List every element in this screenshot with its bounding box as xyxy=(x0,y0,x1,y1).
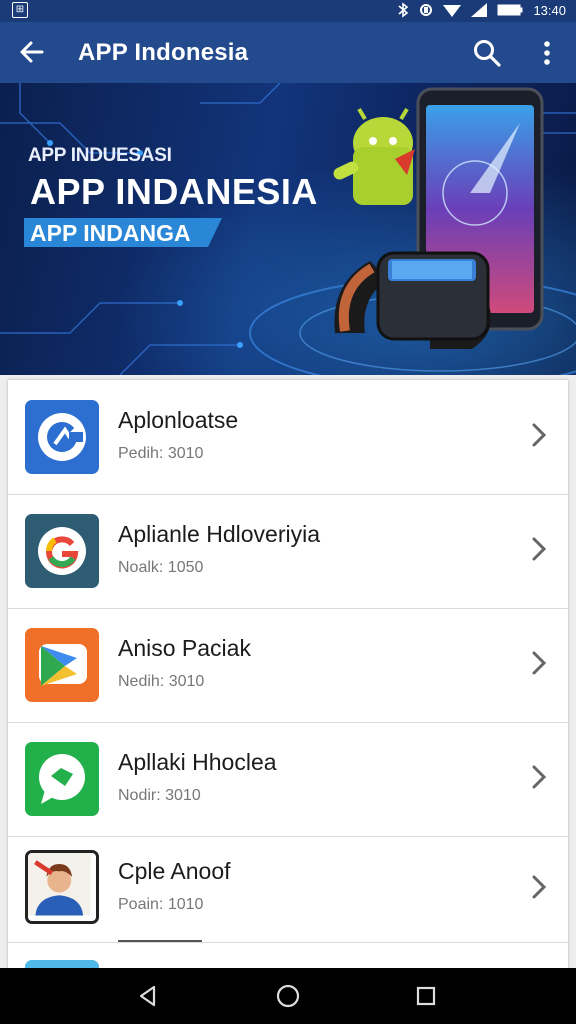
app-subtitle: Poain: 1010 xyxy=(118,896,204,913)
page-title: APP Indonesia xyxy=(78,39,249,66)
list-item[interactable]: Aplianle Hdloveriyia Noalk: 1050 xyxy=(8,494,568,609)
app-icon-refresh xyxy=(25,400,99,474)
chevron-right-icon xyxy=(532,651,547,675)
vibrate-icon xyxy=(420,4,433,16)
chevron-right-icon xyxy=(532,423,547,447)
app-name: Apllaki Hhoclea xyxy=(118,749,277,775)
notification-icon: ⊞ xyxy=(12,2,28,18)
app-list: Aplonloatse Pedih: 3010 Aplianle Hdlover… xyxy=(8,380,568,970)
bluetooth-icon xyxy=(398,2,409,18)
wifi-icon xyxy=(443,5,462,17)
list-item[interactable]: Cple Anoof Poain: 1010 xyxy=(8,836,568,943)
app-name: Aplonloatse xyxy=(118,407,239,433)
back-arrow-icon[interactable] xyxy=(16,36,48,68)
system-navigation-bar xyxy=(0,968,576,1024)
promo-banner[interactable]: APP INDUESASI APP INDANESIA APP INDANGA xyxy=(0,83,576,375)
app-name: Cple Anoof xyxy=(118,858,231,884)
chevron-right-icon xyxy=(532,875,547,899)
app-subtitle: Nodir: 3010 xyxy=(118,787,201,804)
app-icon-google xyxy=(25,514,99,588)
app-name: Aplianle Hdloveriyia xyxy=(118,521,320,547)
chevron-right-icon xyxy=(532,537,547,561)
app-icon-avatar xyxy=(25,850,99,924)
scroll-indicator xyxy=(118,940,202,942)
app-name: Aniso Paciak xyxy=(118,635,251,661)
banner-line2: APP INDANESIA xyxy=(30,171,318,212)
battery-icon xyxy=(497,4,523,16)
status-time: 13:40 xyxy=(533,2,566,18)
nav-back-icon[interactable] xyxy=(134,982,162,1010)
app-bar: APP Indonesia xyxy=(0,22,576,83)
list-item[interactable]: Aplonloatse Pedih: 3010 xyxy=(8,380,568,495)
app-subtitle: Nedih: 3010 xyxy=(118,673,205,690)
list-item-partial[interactable] xyxy=(8,940,568,970)
nav-home-icon[interactable] xyxy=(274,982,302,1010)
more-options-icon[interactable] xyxy=(534,38,560,68)
app-subtitle: Pedih: 3010 xyxy=(118,445,204,462)
status-bar: ⊞ 13:40 xyxy=(0,0,576,22)
app-icon-chat xyxy=(25,742,99,816)
list-item[interactable]: Aniso Paciak Nedih: 3010 xyxy=(8,608,568,723)
banner-line3: APP INDANGA xyxy=(30,220,191,246)
nav-recents-icon[interactable] xyxy=(412,982,440,1010)
banner-line3-tag: APP INDANGA xyxy=(24,217,224,247)
search-icon[interactable] xyxy=(472,38,502,68)
banner-line1: APP INDUESASI xyxy=(28,145,172,166)
chevron-right-icon xyxy=(532,765,547,789)
app-icon-play xyxy=(25,628,99,702)
app-subtitle: Noalk: 1050 xyxy=(118,559,204,576)
signal-icon xyxy=(471,3,488,17)
list-item[interactable]: Apllaki Hhoclea Nodir: 3010 xyxy=(8,722,568,837)
